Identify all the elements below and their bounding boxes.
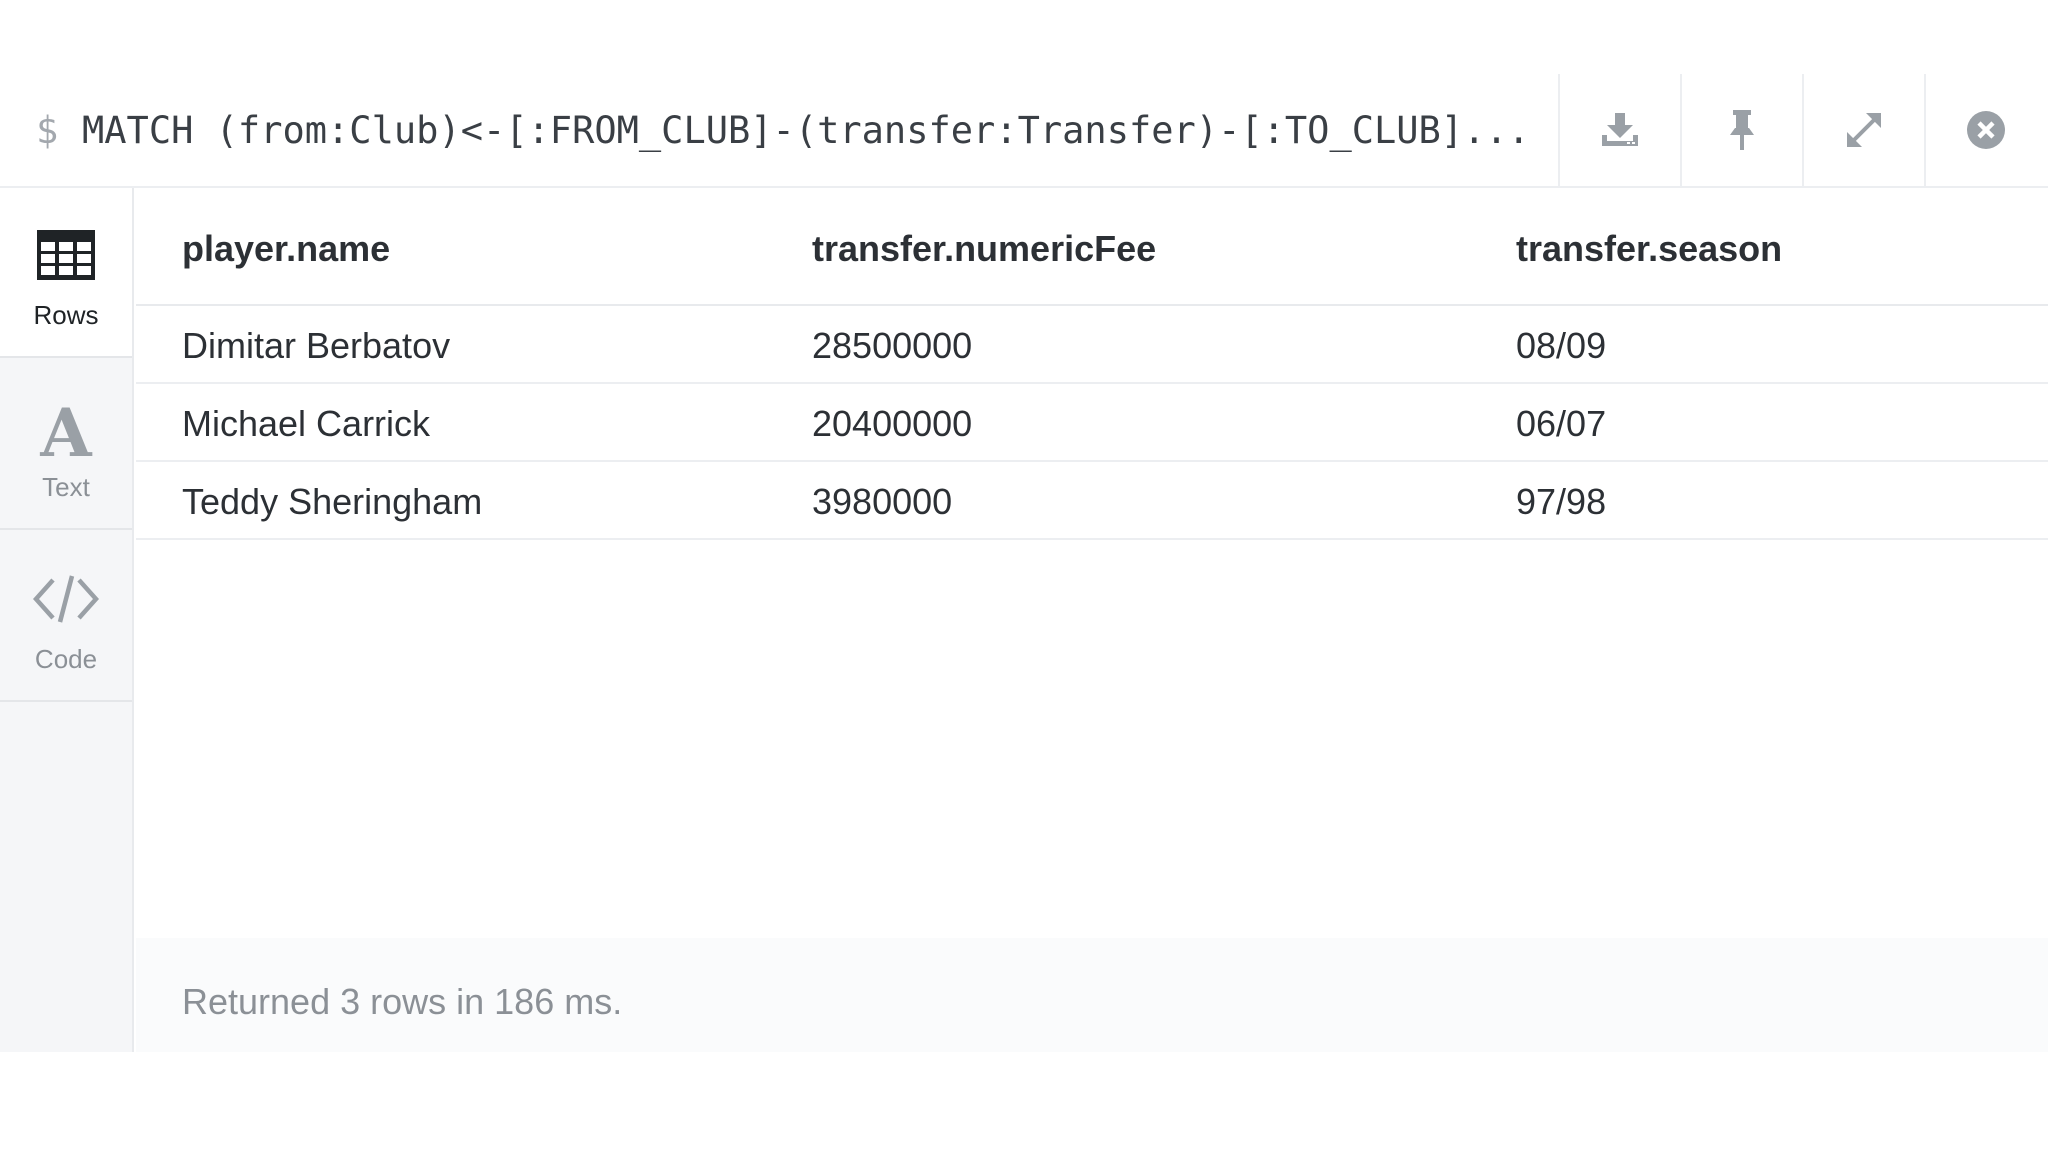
table-header: player.name transfer.numericFee transfer…: [136, 188, 2048, 306]
sidebar-item-label: Rows: [33, 300, 99, 330]
table-row: Teddy Sheringham 3980000 97/98: [136, 462, 2048, 540]
sidebar-item-code[interactable]: Code: [0, 532, 132, 702]
column-header[interactable]: transfer.season: [1516, 188, 1782, 304]
expand-button[interactable]: [1802, 74, 1924, 186]
column-header[interactable]: player.name: [182, 188, 390, 304]
result-table: player.name transfer.numericFee transfer…: [136, 188, 2048, 938]
table-cell: 28500000: [812, 325, 973, 366]
sidebar-item-rows[interactable]: Rows: [0, 188, 132, 358]
status-bar: Returned 3 rows in 186 ms.: [136, 938, 2048, 1052]
column-header[interactable]: transfer.numericFee: [812, 188, 1156, 304]
table-cell: Teddy Sheringham: [182, 481, 483, 522]
query-bar: $ MATCH (from:Club)<-[:FROM_CLUB]-(trans…: [0, 74, 2048, 188]
prompt-symbol: $: [36, 109, 59, 152]
view-mode-sidebar: Rows A Text Code: [0, 188, 134, 1052]
download-button[interactable]: [1558, 74, 1680, 186]
pin-icon: [1730, 110, 1754, 150]
status-text: Returned 3 rows in 186 ms.: [182, 981, 623, 1022]
close-icon: [1967, 111, 2005, 149]
table-cell: 08/09: [1516, 325, 1607, 366]
table-cell: Dimitar Berbatov: [182, 325, 451, 366]
sidebar-item-label: Text: [42, 472, 90, 502]
table-cell: 3980000: [812, 481, 953, 522]
query-text[interactable]: MATCH (from:Club)<-[:FROM_CLUB]-(transfe…: [82, 74, 1562, 188]
result-frame: $ MATCH (from:Club)<-[:FROM_CLUB]-(trans…: [0, 0, 2048, 1152]
svg-text:A: A: [39, 402, 92, 460]
sidebar-item-text[interactable]: A Text: [0, 360, 132, 530]
close-button[interactable]: [1924, 74, 2046, 186]
table-row: Dimitar Berbatov 28500000 08/09: [136, 306, 2048, 384]
code-icon: [0, 574, 132, 624]
pin-button[interactable]: [1680, 74, 1802, 186]
sidebar-item-label: Code: [34, 644, 98, 674]
table-cell: Michael Carrick: [182, 403, 431, 444]
table-cell: 06/07: [1516, 403, 1607, 444]
download-icon: [1602, 113, 1638, 146]
table-row: Michael Carrick 20400000 06/07: [136, 384, 2048, 462]
text-icon: A: [0, 402, 132, 460]
table-icon: [0, 230, 132, 280]
table-cell: 97/98: [1516, 481, 1607, 522]
expand-icon: [1847, 113, 1881, 147]
table-cell: 20400000: [812, 403, 973, 444]
